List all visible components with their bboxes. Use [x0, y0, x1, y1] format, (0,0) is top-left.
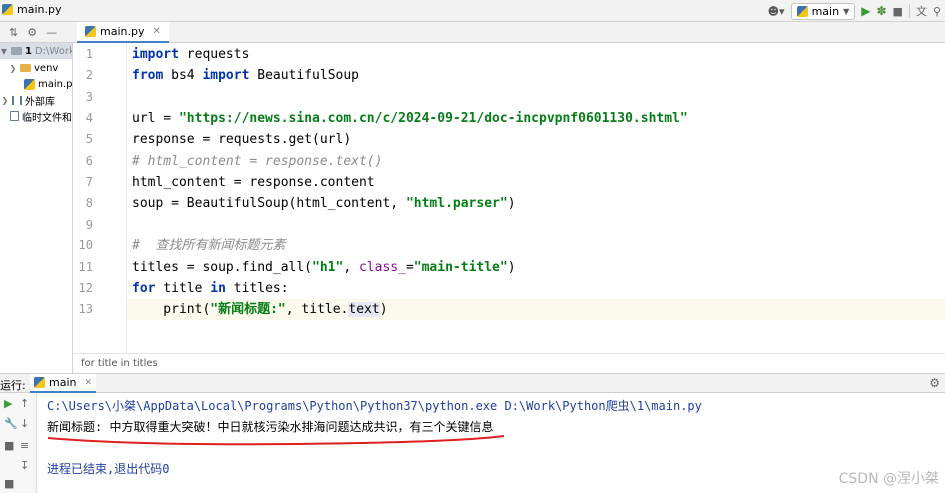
line-number: 2	[85, 68, 93, 82]
console-line-exit: 进程已结束,退出代码0	[47, 462, 170, 476]
line-number: 8	[85, 196, 93, 210]
library-icon	[12, 95, 22, 105]
run-icon[interactable]: ▶	[861, 4, 870, 18]
code-line-11: titles = soup.find_all("h1", class_="mai…	[132, 260, 516, 275]
tree-item-external-libs[interactable]: ❯ 外部库	[0, 92, 72, 108]
tree-item-venv[interactable]: ❯ venv	[0, 60, 72, 76]
code-line-5: response = requests.get(url)	[132, 132, 352, 147]
arrow-up-icon[interactable]: ↑	[20, 397, 29, 410]
close-icon[interactable]: ✕	[152, 26, 160, 37]
gear-icon[interactable]: ⚙	[929, 376, 940, 390]
code-editor[interactable]: import requests from bs4 import Beautifu…	[127, 43, 945, 353]
chevron-down-icon: ▼	[843, 6, 850, 16]
minimize-icon[interactable]: —	[46, 26, 57, 39]
run-tab-label: main	[49, 376, 77, 389]
tab-main-py[interactable]: main.py ✕	[77, 22, 169, 43]
code-line-7: html_content = response.content	[132, 175, 375, 190]
line-number: 9	[85, 218, 93, 232]
tree-item-main-py[interactable]: main.py	[0, 76, 73, 92]
run-toolbar: ▶ ↑ 🔧 ↓ ■ ≡ ↧ ■	[0, 393, 37, 493]
arrow-down-icon[interactable]: ↓	[20, 417, 29, 430]
tree-root[interactable]: ▼ 1 D:\Work	[0, 43, 73, 59]
search-icon[interactable]: ⚲	[933, 5, 941, 18]
chevron-down-icon: ▼	[0, 46, 8, 56]
red-underline-annotation	[47, 435, 505, 446]
toolbar-right: ☻▾ main ▼ ▶ ✽ ■ 文 ⚲	[768, 2, 941, 20]
line-number: 10	[78, 238, 93, 252]
close-icon[interactable]: ✕	[84, 378, 92, 388]
file-breadcrumb[interactable]: main.py	[2, 3, 61, 16]
root-number: 1	[25, 45, 32, 57]
console-line-output: 新闻标题: 中方取得重大突破！中日就核污染水排海问题达成共识，有三个关键信息	[47, 420, 494, 434]
stop-icon[interactable]: ■	[4, 439, 14, 452]
tree-item-label: main.py	[38, 78, 73, 90]
tab-label: main.py	[100, 25, 145, 38]
line-number: 1	[85, 47, 93, 61]
folder-icon	[20, 64, 31, 72]
wrench-icon[interactable]: 🔧	[4, 417, 18, 430]
python-run-icon	[34, 377, 45, 388]
folder-icon	[11, 47, 22, 55]
line-number: 12	[78, 281, 93, 295]
python-file-icon	[2, 4, 13, 15]
code-line-8: soup = BeautifulSoup(html_content, "html…	[132, 196, 516, 211]
code-line-1: import requests	[132, 47, 250, 62]
line-number: 5	[85, 132, 93, 146]
soft-wrap-icon[interactable]: ≡	[20, 439, 29, 452]
code-line-2: from bs4 import BeautifulSoup	[132, 68, 359, 83]
chevron-right-icon: ❯	[1, 95, 9, 105]
chevron-right-icon: ❯	[9, 63, 17, 73]
pin-icon[interactable]: ■	[4, 477, 14, 490]
debug-icon[interactable]: ✽	[876, 4, 886, 18]
editor-tabbar: main.py ✕	[73, 22, 945, 43]
line-number: 3	[85, 90, 93, 104]
python-file-icon	[24, 78, 35, 90]
code-line-10: # 查找所有新闻标题元素	[132, 238, 286, 253]
scratch-icon	[10, 111, 19, 121]
line-gutter: 1 2 3 4 5 6 7 8 10 9 11 12 13	[73, 43, 127, 353]
code-line-13: print("新闻标题:", title.text)	[132, 302, 388, 317]
collapse-all-icon[interactable]: ⇅	[9, 26, 18, 39]
code-line-6: # html_content = response.text()	[132, 154, 383, 169]
watermark: CSDN @涅小桀	[838, 471, 939, 487]
run-config-label: main	[811, 4, 840, 18]
code-line-12: for title in titles:	[132, 281, 289, 296]
line-number: 7	[85, 175, 93, 189]
tree-item-scratches[interactable]: 临时文件和	[0, 108, 72, 124]
line-number: 6	[85, 154, 93, 168]
user-icon[interactable]: ☻▾	[768, 5, 785, 18]
code-breadcrumb[interactable]: for title in titles	[73, 353, 945, 373]
line-number: 4	[85, 111, 93, 125]
run-config-select[interactable]: main ▼	[790, 2, 856, 20]
code-line-4: url = "https://news.sina.com.cn/c/2024-0…	[132, 111, 688, 126]
tree-item-label: 临时文件和	[22, 112, 72, 124]
tab-run-main[interactable]: main ✕	[30, 374, 97, 393]
python-config-icon	[796, 5, 808, 17]
translate-icon[interactable]: 文	[916, 3, 927, 19]
python-file-icon	[85, 26, 96, 37]
line-number: 11	[78, 260, 93, 274]
project-tree: ▼ 1 D:\Work ❯ venv main.py ❯ 外部库 临时文件和	[0, 43, 73, 373]
rerun-icon[interactable]: ▶	[4, 397, 12, 410]
console-line-command: C:\Users\小桀\AppData\Local\Programs\Pytho…	[47, 399, 702, 413]
line-number: 13	[78, 302, 93, 316]
run-panel-label: 运行:	[0, 379, 26, 392]
root-path: D:\Work	[34, 45, 73, 57]
scroll-to-end-icon[interactable]: ↧	[20, 459, 29, 472]
stop-icon[interactable]: ■	[893, 5, 903, 18]
run-panel-header: 运行: main ✕ ⚙	[0, 373, 945, 393]
title-bar: main.py ☻▾ main ▼ ▶ ✽ ■ 文 ⚲	[0, 0, 945, 22]
gear-icon[interactable]: ⚙	[27, 26, 37, 39]
tree-item-label: venv	[34, 62, 59, 74]
tree-item-label: 外部库	[25, 96, 55, 108]
toolbar-divider	[908, 4, 910, 18]
file-title: main.py	[17, 3, 62, 16]
breadcrumb-label: for title in titles	[81, 358, 158, 369]
project-toolbar: ⇅ ⚙ —	[0, 22, 73, 43]
